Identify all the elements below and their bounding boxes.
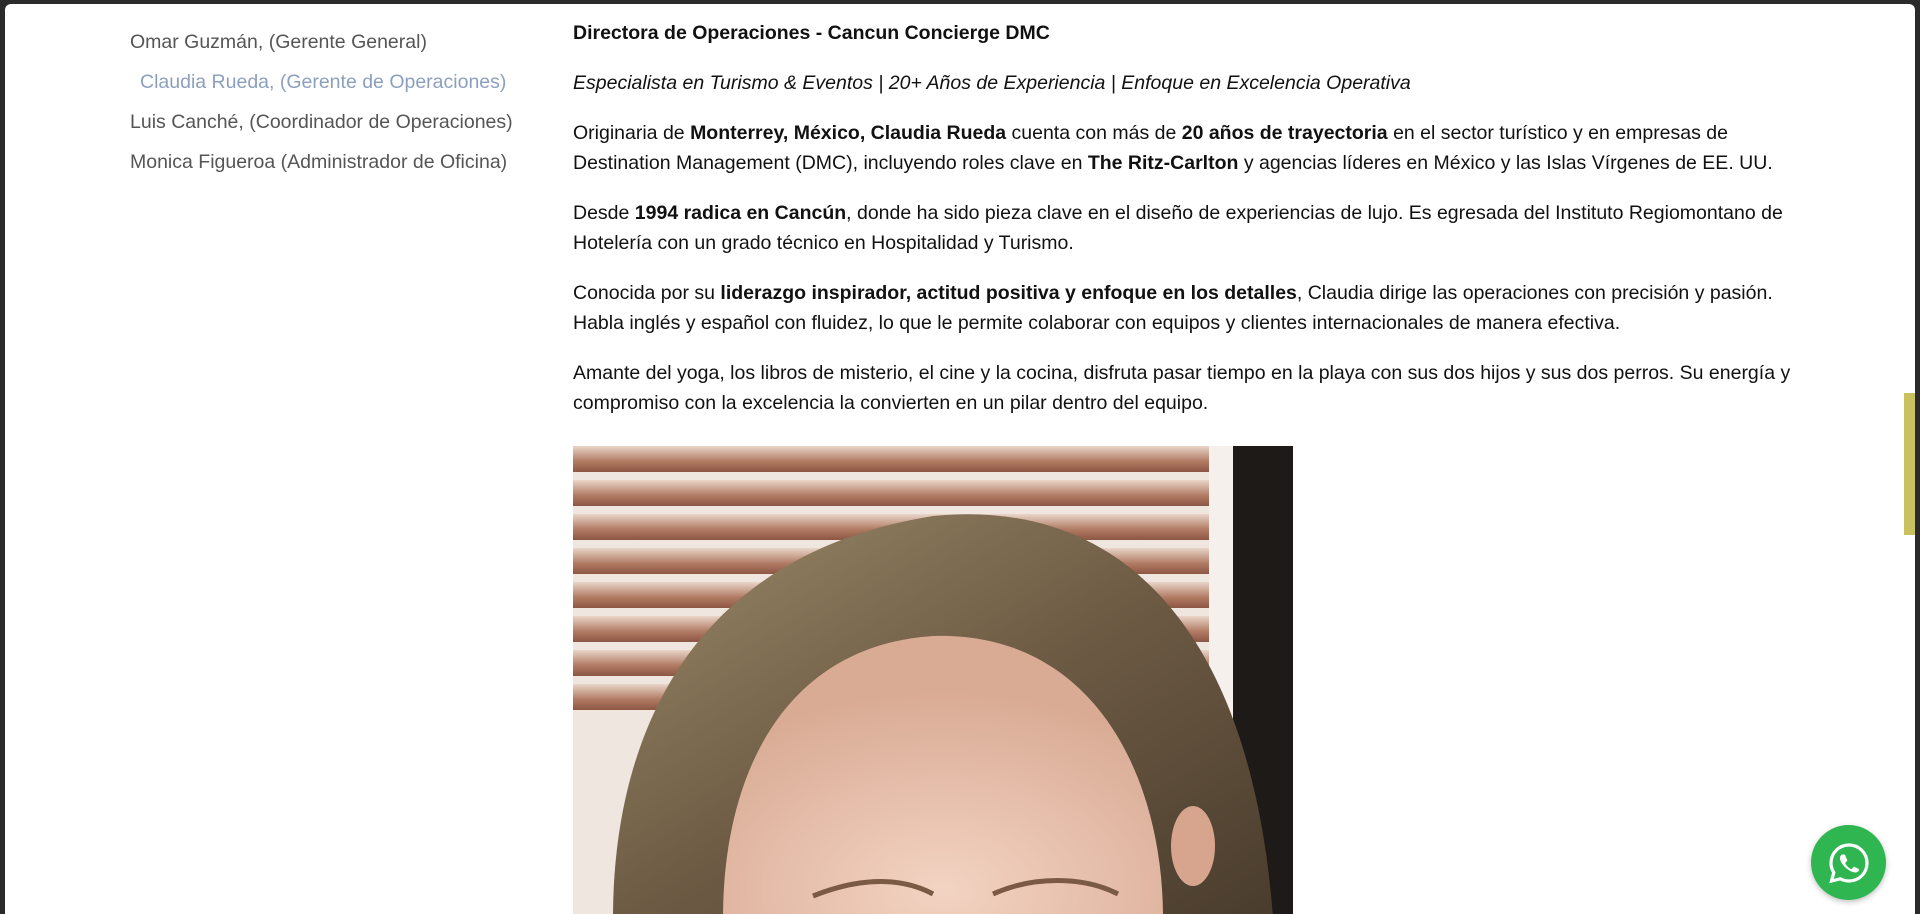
- sidebar-item-omar-guzman[interactable]: Omar Guzmán, (Gerente General): [130, 22, 550, 62]
- whatsapp-icon: [1828, 842, 1869, 883]
- bio-heading: Directora de Operaciones - Cancun Concie…: [573, 22, 1050, 44]
- page: Omar Guzmán, (Gerente General) Claudia R…: [5, 4, 1915, 914]
- sidebar-item-monica-figueroa[interactable]: Monica Figueroa (Administrador de Oficin…: [130, 142, 550, 182]
- bio-paragraph-cancun: Desde 1994 radica en Cancún, donde ha si…: [573, 202, 1783, 254]
- sidebar-item-luis-canche[interactable]: Luis Canché, (Coordinador de Operaciones…: [130, 102, 550, 142]
- bio-subtitle: Especialista en Turismo & Eventos | 20+ …: [573, 72, 1411, 94]
- scrollbar-thumb[interactable]: [1904, 393, 1915, 535]
- bio-paragraph-leadership: Conocida por su liderazgo inspirador, ac…: [573, 282, 1773, 334]
- bio-paragraph-origin: Originaria de Monterrey, México, Claudia…: [573, 122, 1773, 174]
- bio-content: Directora de Operaciones - Cancun Concie…: [573, 18, 1793, 438]
- sidebar-item-claudia-rueda[interactable]: Claudia Rueda, (Gerente de Operaciones): [130, 62, 550, 102]
- bio-paragraph-hobbies: Amante del yoga, los libros de misterio,…: [573, 362, 1791, 414]
- profile-photo: [573, 446, 1293, 914]
- team-sidebar: Omar Guzmán, (Gerente General) Claudia R…: [130, 22, 550, 182]
- whatsapp-button[interactable]: [1811, 825, 1886, 900]
